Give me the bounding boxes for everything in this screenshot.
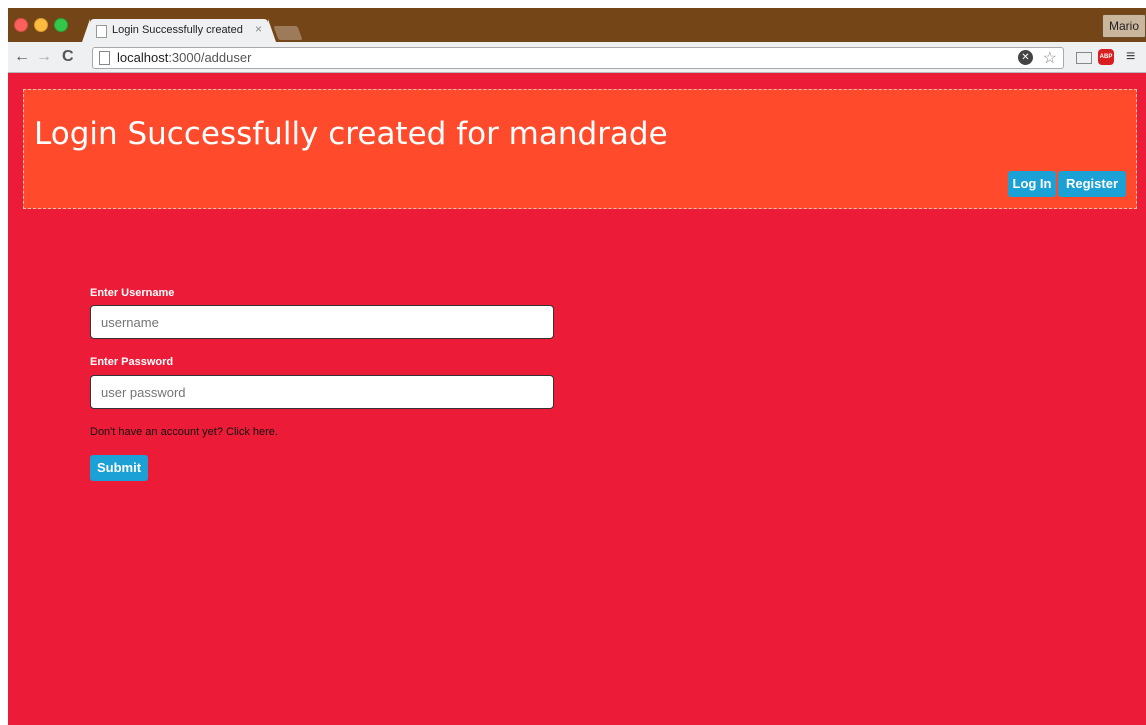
- submit-button[interactable]: Submit: [90, 455, 148, 481]
- password-input[interactable]: [90, 375, 554, 409]
- register-link[interactable]: Don't have an account yet? Click here.: [90, 426, 278, 438]
- back-arrow-icon[interactable]: ←: [14, 47, 30, 67]
- blocked-content-icon[interactable]: ✕: [1018, 50, 1033, 65]
- tab-title: Login Successfully created: [112, 24, 243, 36]
- bookmark-star-icon[interactable]: ☆: [1043, 48, 1057, 68]
- zoom-window-button[interactable]: [54, 18, 68, 32]
- cast-icon[interactable]: [1076, 52, 1092, 64]
- page-icon: [99, 51, 110, 65]
- reload-icon[interactable]: C: [62, 47, 74, 67]
- new-tab-button[interactable]: [273, 26, 303, 40]
- url-path: :3000/adduser: [168, 50, 252, 65]
- username-label: Enter Username: [90, 287, 175, 299]
- adblock-icon[interactable]: ABP: [1098, 49, 1114, 65]
- tab-close-icon[interactable]: ×: [255, 22, 262, 36]
- page-favicon-icon: [96, 25, 107, 38]
- page-content: Login Successfully created for mandrade …: [8, 73, 1146, 725]
- browser-window: Login Successfully created × Mario ← → C…: [8, 8, 1146, 725]
- tab-strip: Login Successfully created × Mario: [8, 8, 1146, 42]
- header-banner: Login Successfully created for mandrade …: [23, 89, 1137, 209]
- menu-icon[interactable]: ≡: [1126, 48, 1135, 66]
- password-label: Enter Password: [90, 356, 174, 368]
- login-button[interactable]: Log In: [1008, 171, 1056, 197]
- url-text[interactable]: localhost:3000/adduser: [117, 50, 251, 65]
- minimize-window-button[interactable]: [34, 18, 48, 32]
- address-bar[interactable]: localhost:3000/adduser ✕ ☆: [92, 47, 1064, 69]
- username-input[interactable]: [90, 305, 554, 339]
- close-window-button[interactable]: [14, 18, 28, 32]
- register-button[interactable]: Register: [1058, 171, 1126, 197]
- page-title: Login Successfully created for mandrade: [34, 116, 668, 152]
- browser-tab[interactable]: Login Successfully created ×: [90, 19, 268, 42]
- profile-button[interactable]: Mario: [1101, 14, 1146, 38]
- url-host: localhost: [117, 50, 169, 65]
- forward-arrow-icon[interactable]: →: [36, 47, 52, 67]
- browser-toolbar: ← → C localhost:3000/adduser ✕ ☆ ABP ≡: [8, 42, 1146, 73]
